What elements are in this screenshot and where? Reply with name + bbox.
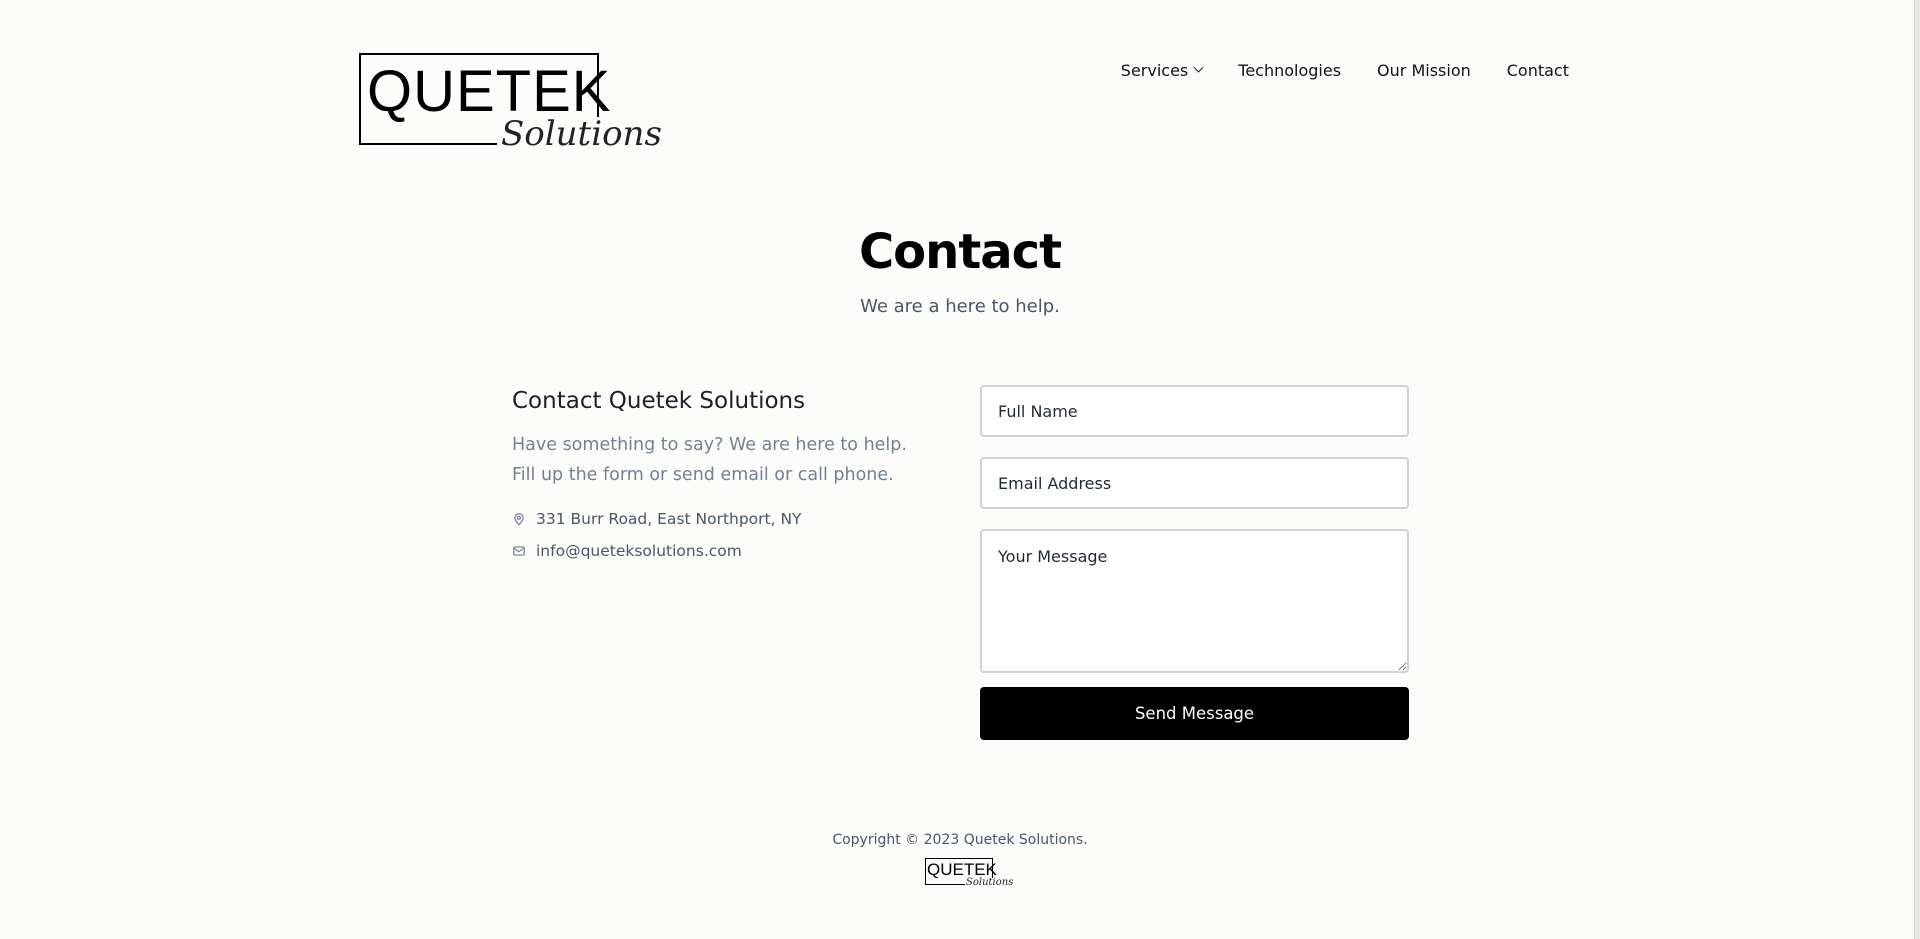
copyright-text: Copyright © 2023 Quetek Solutions. bbox=[832, 832, 1088, 848]
nav-item-contact[interactable]: Contact bbox=[1507, 61, 1569, 80]
nav-item-label: Services bbox=[1120, 61, 1189, 80]
main-nav: Services Technologies Our Mission Contac… bbox=[1121, 61, 1569, 80]
email-link[interactable]: info@queteksolutions.com bbox=[536, 542, 742, 560]
logo-wordmark: QUETEK bbox=[367, 59, 612, 124]
nav-item-our-mission[interactable]: Our Mission bbox=[1377, 61, 1471, 80]
address-row: 331 Burr Road, East Northport, NY bbox=[512, 510, 802, 528]
nav-item-technologies[interactable]: Technologies bbox=[1238, 61, 1341, 80]
nav-item-label: Contact bbox=[1506, 61, 1569, 80]
address-text: 331 Burr Road, East Northport, NY bbox=[536, 510, 802, 528]
site-logo[interactable]: QUETEK Solutions bbox=[359, 53, 666, 163]
contact-heading: Contact Quetek Solutions bbox=[512, 388, 806, 414]
nav-item-label: Our Mission bbox=[1377, 61, 1471, 80]
contact-description: Have something to say? We are here to he… bbox=[512, 435, 907, 485]
mail-icon bbox=[512, 544, 526, 558]
chevron-down-icon bbox=[1193, 62, 1204, 73]
email-address-input[interactable] bbox=[980, 457, 1409, 509]
message-textarea[interactable] bbox=[980, 529, 1409, 673]
footer-logo-script: Solutions bbox=[965, 877, 1015, 888]
map-pin-icon bbox=[512, 512, 526, 526]
email-row: info@queteksolutions.com bbox=[512, 542, 742, 560]
full-name-input[interactable] bbox=[980, 385, 1409, 437]
footer-logo[interactable]: QUETEK Solutions bbox=[925, 858, 1015, 890]
footer-logo-wordmark: QUETEK bbox=[927, 860, 997, 879]
send-message-button[interactable]: Send Message bbox=[980, 687, 1409, 740]
page-title: Contact bbox=[858, 224, 1062, 280]
nav-item-services[interactable]: Services bbox=[1120, 61, 1204, 80]
page-scrollbar[interactable] bbox=[1914, 0, 1920, 939]
logo-script-text: Solutions bbox=[497, 117, 666, 151]
page-subtitle: We are a here to help. bbox=[860, 296, 1060, 317]
nav-item-label: Technologies bbox=[1238, 61, 1342, 80]
